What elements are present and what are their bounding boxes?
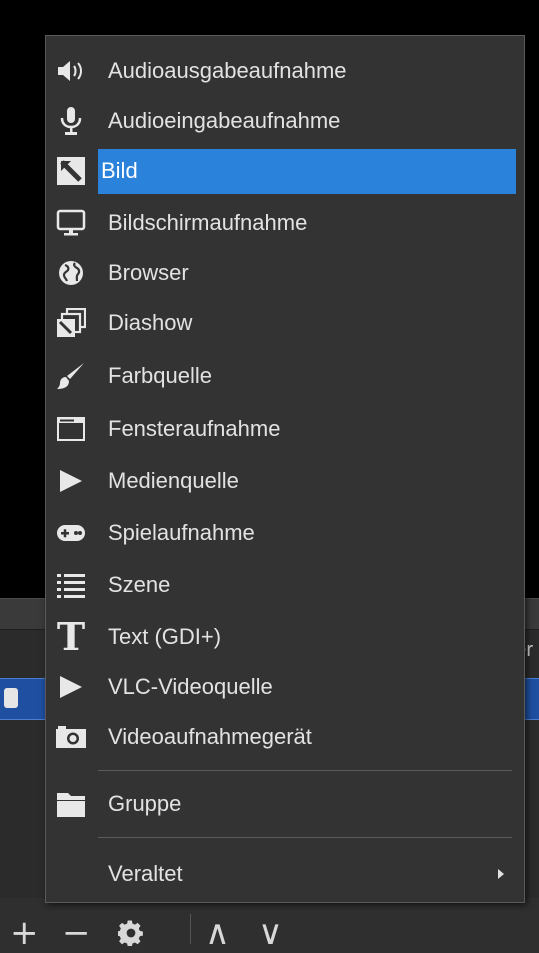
move-down-button[interactable]: ∨ <box>258 916 283 950</box>
menu-item-display-capture[interactable]: Bildschirmaufnahme <box>46 198 524 248</box>
play-icon <box>54 670 88 704</box>
menu-item-game-capture[interactable]: Spielaufnahme <box>46 508 524 558</box>
add-source-button[interactable]: + <box>10 916 39 950</box>
list-icon <box>54 568 88 602</box>
remove-source-button[interactable]: − <box>62 916 91 950</box>
menu-item-audio-input-capture[interactable]: Audioeingabeaufnahme <box>46 96 524 146</box>
highlight-bar <box>98 149 516 194</box>
camera-icon <box>54 720 88 754</box>
paintbrush-icon <box>54 359 88 393</box>
menu-item-browser[interactable]: Browser <box>46 248 524 298</box>
menu-separator <box>98 770 512 771</box>
gear-icon <box>118 920 143 946</box>
menu-item-image[interactable]: Bild <box>46 146 524 196</box>
menu-item-color-source[interactable]: Farbquelle <box>46 351 524 401</box>
globe-icon <box>54 256 88 290</box>
gamepad-icon <box>54 516 88 550</box>
monitor-icon <box>54 206 88 240</box>
window-icon <box>54 412 88 446</box>
folder-icon <box>54 787 88 821</box>
menu-item-video-capture-device[interactable]: Videoaufnahmegerät <box>46 712 524 762</box>
menu-item-window-capture[interactable]: Fensteraufnahme <box>46 404 524 454</box>
menu-item-slideshow[interactable]: Diashow <box>46 298 524 348</box>
chevron-right-icon <box>498 869 504 879</box>
microphone-icon <box>54 104 88 138</box>
image-icon <box>54 154 88 188</box>
move-up-button[interactable]: ∧ <box>205 916 230 950</box>
text-icon: T <box>56 614 86 659</box>
menu-item-audio-output-capture[interactable]: Audioausgabeaufnahme <box>46 46 524 96</box>
menu-item-text-gdi[interactable]: T Text (GDI+) <box>46 612 524 662</box>
menu-item-media-source[interactable]: Medienquelle <box>46 456 524 506</box>
menu-item-deprecated[interactable]: Veraltet <box>46 849 524 899</box>
lock-icon[interactable] <box>4 688 18 708</box>
menu-separator <box>98 837 512 838</box>
add-source-context-menu: Audioausgabeaufnahme Audioeingabeaufnahm… <box>45 35 525 903</box>
speaker-icon <box>54 54 88 88</box>
toolbar-separator <box>190 914 191 944</box>
menu-item-vlc-video-source[interactable]: VLC-Videoquelle <box>46 662 524 712</box>
play-icon <box>54 464 88 498</box>
slideshow-icon <box>54 306 88 340</box>
menu-item-scene[interactable]: Szene <box>46 560 524 610</box>
menu-item-group[interactable]: Gruppe <box>46 779 524 829</box>
source-properties-button[interactable] <box>118 916 144 946</box>
